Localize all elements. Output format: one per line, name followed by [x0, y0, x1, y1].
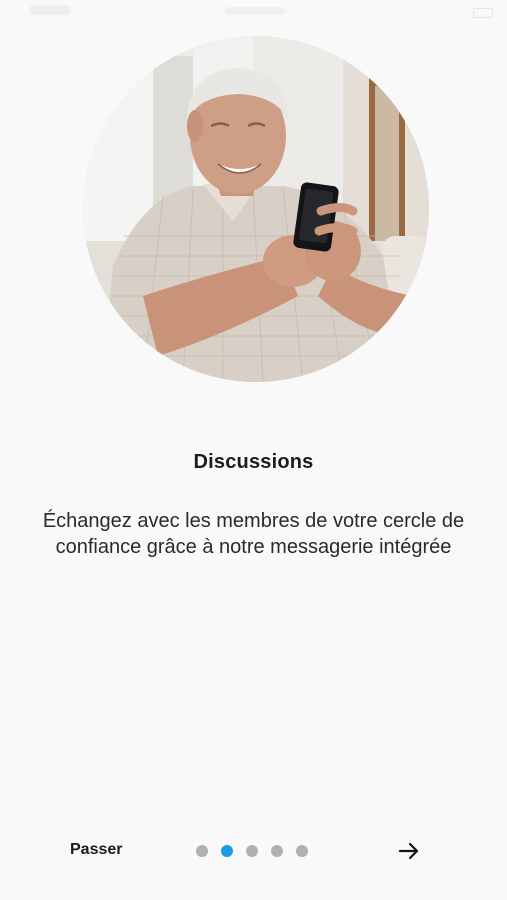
arrow-right-icon — [398, 842, 419, 860]
status-bar — [0, 0, 507, 26]
status-center — [225, 7, 285, 15]
page-dot-1[interactable] — [196, 845, 208, 857]
onboarding-title: Discussions — [193, 451, 314, 473]
onboarding-description: Échangez avec les membres de votre cercl… — [42, 510, 465, 558]
battery-icon — [473, 8, 493, 18]
senior-man-using-phone-photo — [83, 36, 429, 382]
page-indicator — [196, 845, 308, 857]
page-dot-2-active[interactable] — [221, 845, 233, 857]
onboarding-illustration — [83, 36, 429, 382]
next-button[interactable] — [396, 838, 422, 864]
skip-button[interactable]: Passer — [70, 841, 123, 859]
onboarding-footer: Passer — [0, 832, 507, 872]
page-dot-3[interactable] — [246, 845, 258, 857]
status-time — [30, 5, 70, 15]
page-dot-4[interactable] — [271, 845, 283, 857]
page-dot-5[interactable] — [296, 845, 308, 857]
